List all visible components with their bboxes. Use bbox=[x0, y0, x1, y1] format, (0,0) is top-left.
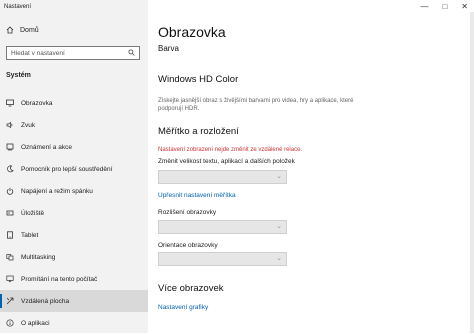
home-label: Domů bbox=[20, 26, 39, 34]
sidebar-item-notifications[interactable]: Oznámení a akce bbox=[0, 136, 148, 158]
sidebar-item-display[interactable]: Obrazovka bbox=[0, 92, 148, 114]
sidebar-item-about[interactable]: O aplikaci bbox=[0, 312, 148, 334]
chevron-down-icon: ⌄ bbox=[276, 173, 282, 180]
sidebar-item-projection[interactable]: Promítání na tento počítač bbox=[0, 268, 148, 290]
remote-warning: Nastavení zobrazení nejde změnit ze vzdá… bbox=[158, 147, 303, 153]
notification-icon bbox=[6, 143, 14, 151]
sidebar-item-sound[interactable]: Zvuk bbox=[0, 114, 148, 136]
window-controls: — □ ✕ bbox=[420, 2, 468, 11]
chevron-down-icon: ⌄ bbox=[276, 223, 282, 230]
size-label: Změnit velikost textu, aplikací a dalšíc… bbox=[158, 158, 295, 165]
graphics-settings-link[interactable]: Nastavení grafiky bbox=[158, 304, 208, 311]
active-indicator bbox=[0, 294, 2, 308]
main-content: — □ ✕ Obrazovka Barva Windows HD Color Z… bbox=[148, 0, 474, 333]
sidebar-item-multitasking[interactable]: Multitasking bbox=[0, 246, 148, 268]
advanced-scaling-link[interactable]: Upřesnit nastavení měřítka bbox=[158, 192, 236, 199]
home-icon bbox=[6, 26, 14, 34]
power-icon bbox=[6, 187, 14, 195]
sidebar-item-label: Úložiště bbox=[21, 209, 45, 217]
sidebar-item-label: Obrazovka bbox=[21, 99, 53, 107]
scrollbar[interactable] bbox=[470, 12, 474, 333]
window-title: Nastavení bbox=[4, 4, 32, 10]
speaker-icon bbox=[6, 121, 14, 129]
resolution-label: Rozlišení obrazovky bbox=[158, 209, 217, 216]
home-link[interactable]: Domů bbox=[6, 26, 39, 34]
sidebar-item-remote-desktop[interactable]: Vzdálená plocha bbox=[0, 290, 148, 312]
sidebar-item-storage[interactable]: Úložiště bbox=[0, 202, 148, 224]
storage-icon bbox=[6, 209, 14, 217]
sidebar-item-label: O aplikaci bbox=[21, 319, 50, 327]
hd-color-description: Získejte jasnější obraz s živějšími barv… bbox=[158, 98, 354, 112]
search-placeholder: Hledat v nastavení bbox=[11, 49, 65, 57]
remote-desktop-icon bbox=[6, 297, 14, 305]
info-icon bbox=[6, 319, 14, 327]
maximize-button[interactable]: □ bbox=[442, 2, 447, 11]
display-icon bbox=[6, 99, 14, 107]
hd-color-heading: Windows HD Color bbox=[158, 74, 239, 85]
orientation-dropdown[interactable]: ⌄ bbox=[158, 252, 287, 266]
sidebar-item-label: Vzdálená plocha bbox=[21, 297, 70, 305]
page-subtitle: Barva bbox=[158, 44, 179, 53]
sidebar-nav: Obrazovka Zvuk Oznámení a akce Pomocník … bbox=[0, 92, 148, 334]
multitasking-icon bbox=[6, 253, 14, 261]
resolution-dropdown[interactable]: ⌄ bbox=[158, 220, 287, 234]
scale-heading: Měřítko a rozložení bbox=[158, 126, 239, 137]
multi-display-heading: Více obrazovek bbox=[158, 283, 224, 294]
page-title: Obrazovka bbox=[158, 24, 226, 40]
sidebar-item-label: Tablet bbox=[21, 231, 39, 239]
search-icon bbox=[128, 48, 135, 58]
orientation-label: Orientace obrazovky bbox=[158, 242, 218, 249]
chevron-down-icon: ⌄ bbox=[276, 255, 282, 262]
sidebar-item-label: Multitasking bbox=[21, 253, 56, 261]
sidebar-item-label: Promítání na tento počítač bbox=[21, 275, 98, 283]
sidebar: Nastavení Domů Hledat v nastavení Systém… bbox=[0, 0, 148, 333]
tablet-icon bbox=[6, 231, 14, 239]
projection-icon bbox=[6, 275, 14, 283]
search-input[interactable]: Hledat v nastavení bbox=[6, 46, 140, 60]
sidebar-item-focus-assist[interactable]: Pomocník pro lepší soustředění bbox=[0, 158, 148, 180]
minimize-button[interactable]: — bbox=[420, 2, 428, 11]
sidebar-item-tablet[interactable]: Tablet bbox=[0, 224, 148, 246]
sidebar-item-power[interactable]: Napájení a režim spánku bbox=[0, 180, 148, 202]
sidebar-item-label: Zvuk bbox=[21, 121, 36, 129]
sidebar-item-label: Pomocník pro lepší soustředění bbox=[21, 165, 113, 173]
moon-icon bbox=[6, 165, 14, 173]
size-dropdown[interactable]: ⌄ bbox=[158, 170, 287, 184]
sidebar-item-label: Oznámení a akce bbox=[21, 143, 72, 151]
section-title: Systém bbox=[6, 72, 31, 79]
close-button[interactable]: ✕ bbox=[461, 2, 468, 11]
sidebar-item-label: Napájení a režim spánku bbox=[21, 187, 93, 195]
